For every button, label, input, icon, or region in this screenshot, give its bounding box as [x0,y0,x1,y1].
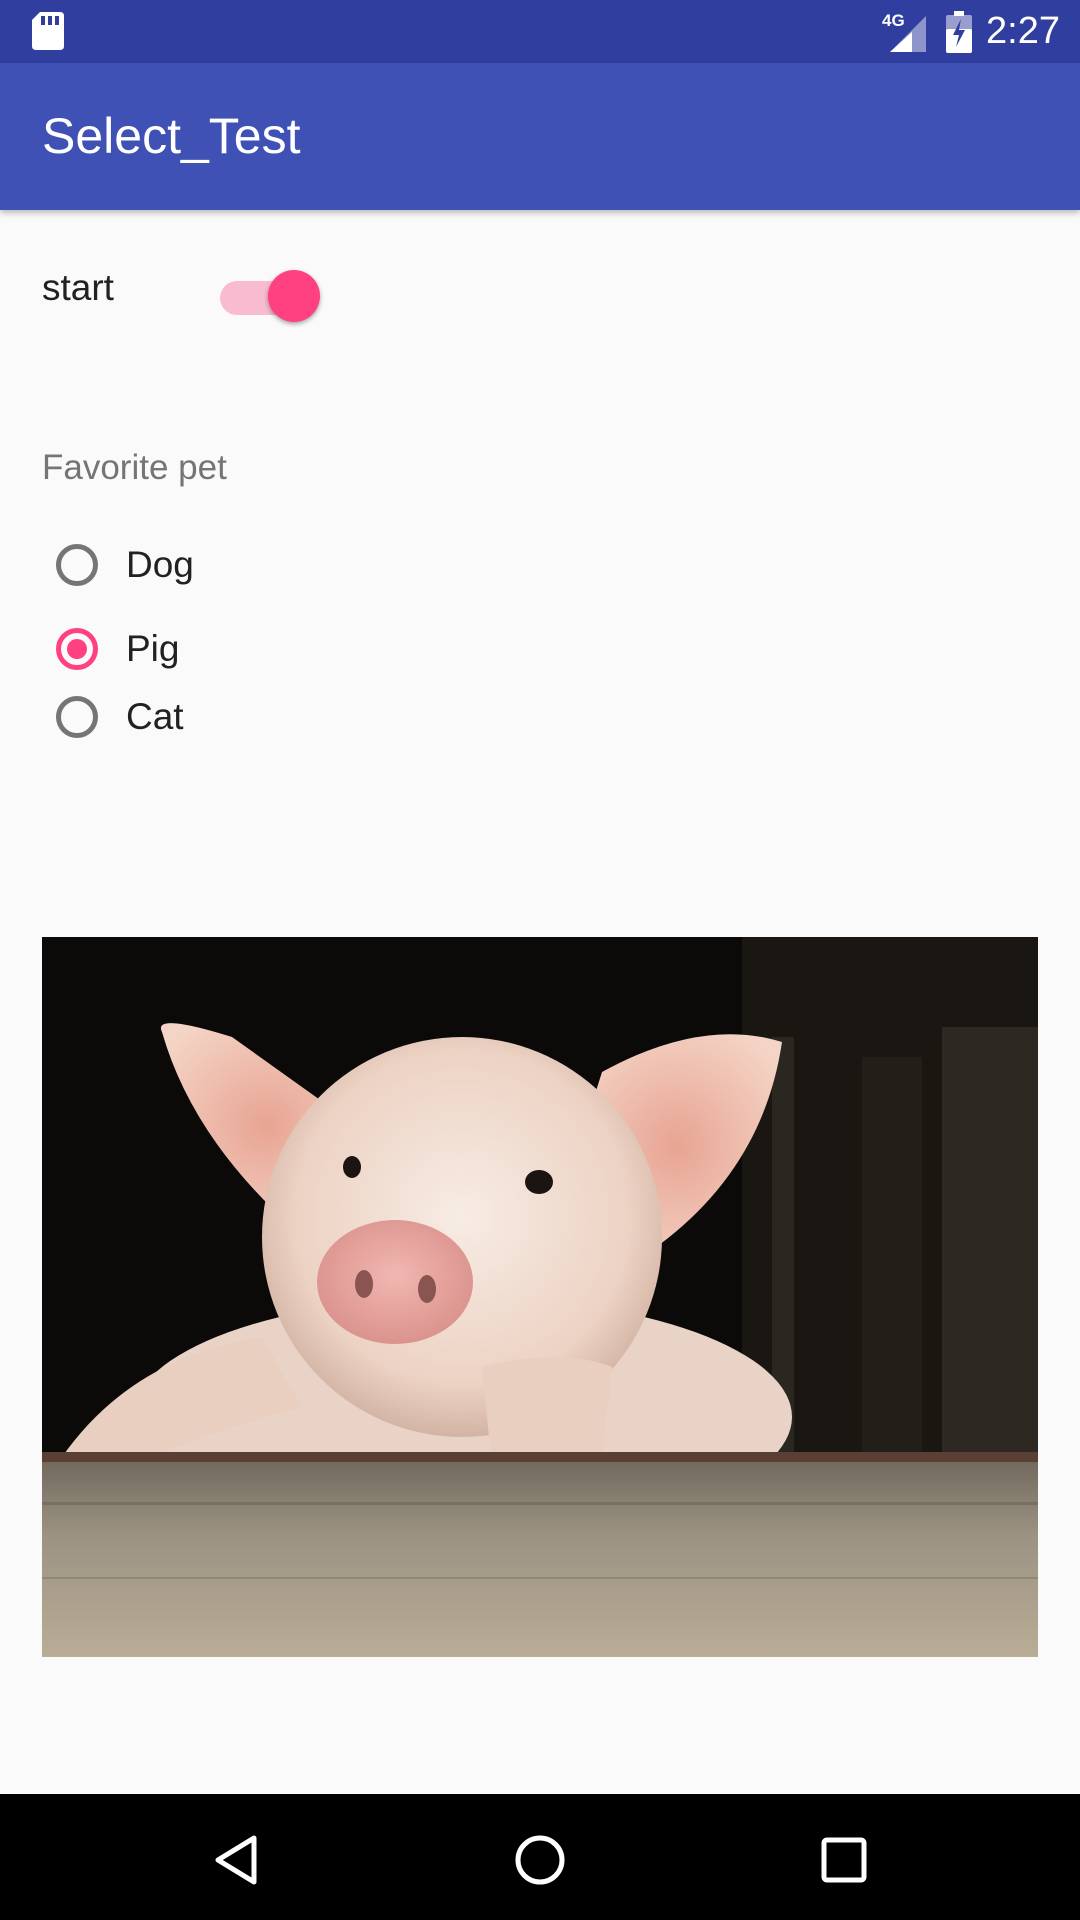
favorite-pet-label: Favorite pet [42,448,227,487]
radio-label-dog: Dog [126,544,194,585]
radio-label-cat: Cat [126,696,184,737]
page-title: Select_Test [42,108,301,164]
start-label: start [42,267,114,308]
radio-cat[interactable]: Cat [56,687,184,747]
start-switch[interactable] [219,266,320,322]
radio-checked-icon [56,628,98,670]
radio-label-pig: Pig [126,628,180,669]
clock: 2:27 [986,10,1060,52]
app-bar: Select_Test [0,63,1080,210]
status-bar: 4G 2:27 [0,0,1080,63]
back-icon[interactable] [210,1832,266,1888]
radio-unchecked-icon [56,544,98,586]
battery-charging-icon [946,10,973,53]
sd-card-icon [32,12,64,50]
radio-unchecked-icon [56,696,98,738]
start-switch-row: start [42,258,320,322]
network-type-label: 4G [882,11,905,30]
navigation-bar [0,1794,1080,1920]
switch-thumb [267,270,320,322]
home-icon[interactable] [512,1832,568,1888]
recents-icon[interactable] [816,1832,872,1888]
signal-4g-icon: 4G [882,11,927,52]
radio-dog[interactable]: Dog [56,535,194,595]
radio-pig[interactable]: Pig [56,619,179,679]
pig-photo [42,937,1038,1657]
